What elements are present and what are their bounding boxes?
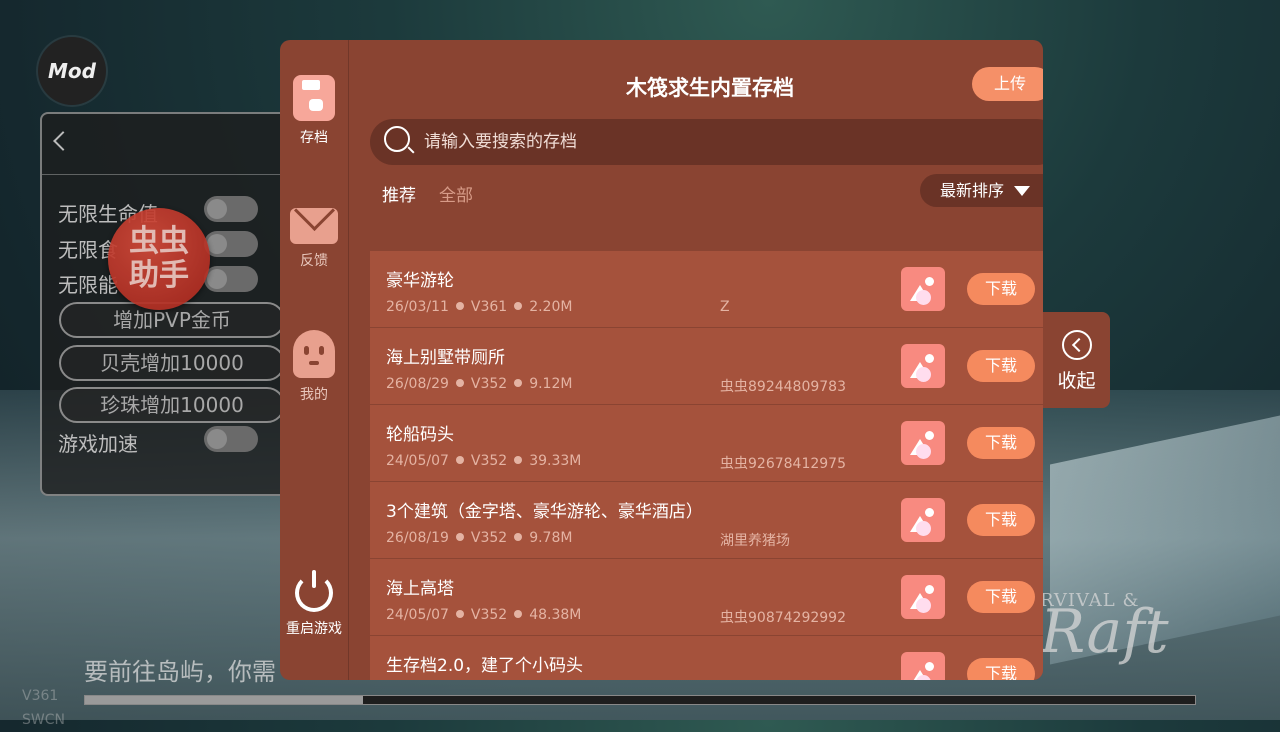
side-nav: 存档 反馈 我的 重启游戏 xyxy=(280,40,349,680)
profile-icon xyxy=(293,330,335,378)
story-text: 要前往岛屿，你需 xyxy=(84,658,276,686)
collapse-label: 收起 xyxy=(1057,370,1096,392)
save-version: V361 xyxy=(470,299,508,315)
search-input[interactable] xyxy=(420,119,1024,165)
download-button[interactable]: 下载 xyxy=(967,350,1035,382)
upload-button[interactable]: 上传 xyxy=(972,67,1043,101)
game-logo-title: Raft xyxy=(1040,597,1169,667)
save-meta: 26/08/29 V352 9.12M xyxy=(386,376,572,392)
mail-icon xyxy=(290,208,338,244)
save-title: 生存档2.0，建了个小码头 xyxy=(386,656,584,676)
image-icon[interactable] xyxy=(901,421,945,465)
download-button[interactable]: 下载 xyxy=(967,658,1035,680)
power-icon xyxy=(295,570,333,612)
save-date: 26/03/11 xyxy=(386,299,449,315)
save-title: 海上别墅带厕所 xyxy=(386,348,505,368)
loading-progress-fill xyxy=(85,696,363,704)
download-button[interactable]: 下载 xyxy=(967,581,1035,613)
save-icon xyxy=(293,75,335,121)
sort-label: 最新排序 xyxy=(940,181,1005,200)
list-item[interactable]: 3个建筑（金字塔、豪华游轮、豪华酒店） 26/08/19 V352 9.78M 湖里… xyxy=(370,482,1043,558)
save-version: V352 xyxy=(470,376,508,392)
list-item[interactable]: 轮船码头 24/05/07 V352 39.33M 虫虫92678412975 下载 xyxy=(370,405,1043,481)
version-text: V361 SWCN xyxy=(22,684,65,732)
save-meta: 24/05/07 V352 39.33M xyxy=(386,453,581,469)
search-icon xyxy=(384,126,410,152)
nav-item-saves[interactable]: 存档 xyxy=(280,75,348,147)
save-meta: 24/05/07 V352 48.38M xyxy=(386,607,581,623)
cheat-panel-header xyxy=(42,114,298,175)
game-logo: RVIVAL & Raft xyxy=(1040,590,1169,667)
cheat-toggle-switch[interactable] xyxy=(204,266,258,292)
caret-down-icon xyxy=(1014,186,1030,196)
list-item[interactable]: 海上高塔 24/05/07 V352 48.38M 虫虫90874292992 下载 xyxy=(370,559,1043,635)
image-icon[interactable] xyxy=(901,498,945,542)
save-size: 2.20M xyxy=(529,299,573,315)
save-author: Z xyxy=(720,299,730,315)
save-author: 虫虫92678412975 xyxy=(720,456,846,472)
nav-item-label: 反馈 xyxy=(300,253,328,269)
page-title: 木筏求生内置存档 xyxy=(626,76,794,100)
save-title: 豪华游轮 xyxy=(386,271,454,291)
tab-recommended[interactable]: 推荐 xyxy=(382,181,416,206)
nav-item-restart-game[interactable]: 重启游戏 xyxy=(280,570,348,638)
save-date: 24/05/07 xyxy=(386,607,449,623)
save-size: 48.38M xyxy=(529,607,582,623)
search-bar[interactable] xyxy=(370,119,1043,165)
download-button[interactable]: 下载 xyxy=(967,504,1035,536)
save-version: V352 xyxy=(470,453,508,469)
image-icon[interactable] xyxy=(901,575,945,619)
tab-all[interactable]: 全部 xyxy=(439,181,473,206)
version-line: SWCN xyxy=(22,712,65,728)
image-icon[interactable] xyxy=(901,344,945,388)
save-author: 虫虫90874292992 xyxy=(720,610,846,626)
save-size: 9.12M xyxy=(529,376,573,392)
back-chevron-icon[interactable] xyxy=(53,131,73,151)
logo-text: 虫虫 助手 xyxy=(129,224,189,293)
save-size: 39.33M xyxy=(529,453,582,469)
version-line: V361 xyxy=(22,688,59,704)
nav-item-label: 重启游戏 xyxy=(286,621,342,637)
nav-item-feedback[interactable]: 反馈 xyxy=(280,208,348,270)
save-author: 湖里养猪场 xyxy=(720,533,790,549)
list-item[interactable]: 海上别墅带厕所 26/08/29 V352 9.12M 虫虫89244809783 … xyxy=(370,328,1043,404)
chongchong-assistant-logo[interactable]: 虫虫 助手 xyxy=(108,208,210,310)
loading-progress-bar xyxy=(84,695,1196,705)
cheat-toggle-switch[interactable] xyxy=(204,231,258,257)
save-meta: 26/03/11 V361 2.20M xyxy=(386,299,572,315)
download-button[interactable]: 下载 xyxy=(967,273,1035,305)
save-size: 9.78M xyxy=(529,530,573,546)
save-title: 海上高塔 xyxy=(386,579,454,599)
sort-dropdown[interactable]: 最新排序 xyxy=(920,174,1043,207)
save-date: 24/05/07 xyxy=(386,453,449,469)
save-date: 26/08/29 xyxy=(386,376,449,392)
save-date: 26/08/19 xyxy=(386,530,449,546)
save-meta: 26/08/19 V352 9.78M xyxy=(386,530,572,546)
speed-toggle-switch[interactable] xyxy=(204,426,258,452)
image-icon[interactable] xyxy=(901,267,945,311)
download-button[interactable]: 下载 xyxy=(967,427,1035,459)
cheat-button[interactable]: 贝壳增加10000 xyxy=(59,345,285,381)
list-item[interactable]: 豪华游轮 26/03/11 V361 2.20M Z 下载 xyxy=(370,251,1043,327)
cheat-toggle-switch[interactable] xyxy=(204,196,258,222)
save-version: V352 xyxy=(470,530,508,546)
save-title: 轮船码头 xyxy=(386,425,454,445)
image-icon[interactable] xyxy=(901,652,945,680)
speed-label: 游戏加速 xyxy=(58,432,138,456)
nav-item-label: 存档 xyxy=(300,130,328,146)
cheat-button[interactable]: 珍珠增加10000 xyxy=(59,387,285,423)
save-list: 豪华游轮 26/03/11 V361 2.20M Z 下载 海上别墅带厕所 26/0… xyxy=(370,251,1043,680)
save-archive-modal: 存档 反馈 我的 重启游戏 木筏求生内置存档 上传 推荐 全部 最新排序 豪华游… xyxy=(280,40,1043,680)
save-title: 3个建筑（金字塔、豪华游轮、豪华酒店） xyxy=(386,502,703,522)
list-item[interactable]: 生存档2.0，建了个小码头 下载 xyxy=(370,636,1043,680)
nav-item-label: 我的 xyxy=(300,387,328,403)
chevron-left-circle-icon xyxy=(1061,330,1092,360)
save-version: V352 xyxy=(470,607,508,623)
collapse-button[interactable]: 收起 xyxy=(1043,312,1110,408)
mod-menu-button[interactable]: Mod xyxy=(38,37,106,105)
nav-item-profile[interactable]: 我的 xyxy=(280,330,348,404)
save-author: 虫虫89244809783 xyxy=(720,379,846,395)
cheat-toggle-label: 无限能 xyxy=(58,273,118,297)
